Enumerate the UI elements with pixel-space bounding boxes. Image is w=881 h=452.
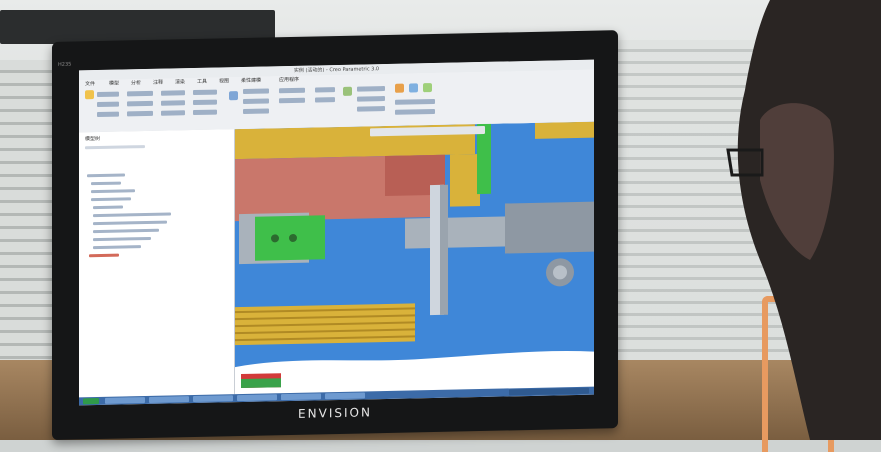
ribbon-item[interactable] xyxy=(127,100,153,107)
model-tree-panel: 模型树 xyxy=(79,129,235,398)
gold-bracket xyxy=(450,154,480,207)
3d-viewport[interactable] xyxy=(235,121,594,395)
ribbon-item[interactable] xyxy=(279,87,305,94)
monitor: H235 实例 (活动的) - Creo Parametric 3.0 文件 模… xyxy=(52,30,618,441)
taskbar-app[interactable] xyxy=(325,392,365,400)
ribbon-item[interactable] xyxy=(357,106,385,112)
ribbon-item[interactable] xyxy=(395,108,435,115)
ribbon-item[interactable] xyxy=(243,108,269,114)
green-part xyxy=(241,378,281,389)
ribbon-item[interactable] xyxy=(357,96,385,102)
ribbon-item[interactable] xyxy=(243,98,269,104)
tree-item[interactable] xyxy=(93,245,141,250)
ribbon-item[interactable] xyxy=(193,109,217,116)
tab-render[interactable]: 渲染 xyxy=(175,78,185,85)
ribbon-icon[interactable] xyxy=(395,83,404,93)
cad-model-render xyxy=(235,121,594,395)
ribbon-item[interactable] xyxy=(315,97,335,103)
tree-item[interactable] xyxy=(93,205,123,210)
tree-item[interactable] xyxy=(93,228,159,234)
ribbon-icon[interactable] xyxy=(423,83,432,93)
ribbon-item[interactable] xyxy=(127,90,153,97)
taskbar-app[interactable] xyxy=(149,396,189,403)
model-tree-header: 模型树 xyxy=(85,135,101,143)
tree-item[interactable] xyxy=(93,212,171,218)
ribbon-icon[interactable] xyxy=(85,90,94,100)
tree-item[interactable] xyxy=(87,173,125,178)
ribbon-icon[interactable] xyxy=(229,91,238,101)
tab-view[interactable]: 视图 xyxy=(219,77,229,84)
ribbon-item[interactable] xyxy=(127,110,153,117)
green-rail xyxy=(477,123,491,195)
tree-search-field[interactable] xyxy=(85,145,145,150)
ribbon-item[interactable] xyxy=(97,101,119,108)
tree-item-insert-here[interactable] xyxy=(89,253,119,258)
ribbon-item[interactable] xyxy=(279,97,305,104)
tab-analysis[interactable]: 分析 xyxy=(131,79,141,86)
ribbon-item[interactable] xyxy=(357,86,385,92)
tab-flexible-modeling[interactable]: 柔性建模 xyxy=(241,77,261,84)
ribbon-icon[interactable] xyxy=(343,86,352,96)
tab-applications[interactable]: 应用程序 xyxy=(279,76,299,83)
shaft-housing xyxy=(505,201,594,254)
ribbon-item[interactable] xyxy=(161,90,185,96)
ribbon-item[interactable] xyxy=(193,89,217,96)
ribbon-item[interactable] xyxy=(193,99,217,106)
vertical-plate-edge xyxy=(440,184,448,315)
ribbon-icon[interactable] xyxy=(409,83,418,93)
ribbon-item[interactable] xyxy=(97,91,119,98)
screen: 实例 (活动的) - Creo Parametric 3.0 文件 模型 分析 … xyxy=(79,59,594,406)
ribbon-item[interactable] xyxy=(97,111,119,118)
ribbon-item[interactable] xyxy=(243,88,269,94)
tree-item[interactable] xyxy=(91,189,135,194)
tree-item[interactable] xyxy=(91,181,121,186)
tab-file[interactable]: 文件 xyxy=(85,80,95,87)
tree-item[interactable] xyxy=(93,236,151,242)
tab-tools[interactable]: 工具 xyxy=(197,78,207,85)
system-tray[interactable] xyxy=(509,387,589,396)
top-right-plate xyxy=(535,121,594,139)
ribbon-item[interactable] xyxy=(161,100,185,106)
monitor-model-label: H235 xyxy=(58,61,72,68)
tree-item[interactable] xyxy=(91,197,131,202)
ribbon-item[interactable] xyxy=(315,87,335,93)
taskbar-app[interactable] xyxy=(281,393,321,401)
tab-model[interactable]: 模型 xyxy=(109,80,119,87)
ribbon-item[interactable] xyxy=(161,110,185,116)
person-silhouette xyxy=(726,0,881,440)
start-button[interactable] xyxy=(83,398,99,405)
ribbon-item[interactable] xyxy=(395,98,435,105)
tree-item[interactable] xyxy=(93,220,167,226)
taskbar-app[interactable] xyxy=(105,397,145,404)
taskbar-app[interactable] xyxy=(193,395,233,403)
tab-annotate[interactable]: 注释 xyxy=(153,79,163,86)
taskbar-app[interactable] xyxy=(237,394,277,402)
